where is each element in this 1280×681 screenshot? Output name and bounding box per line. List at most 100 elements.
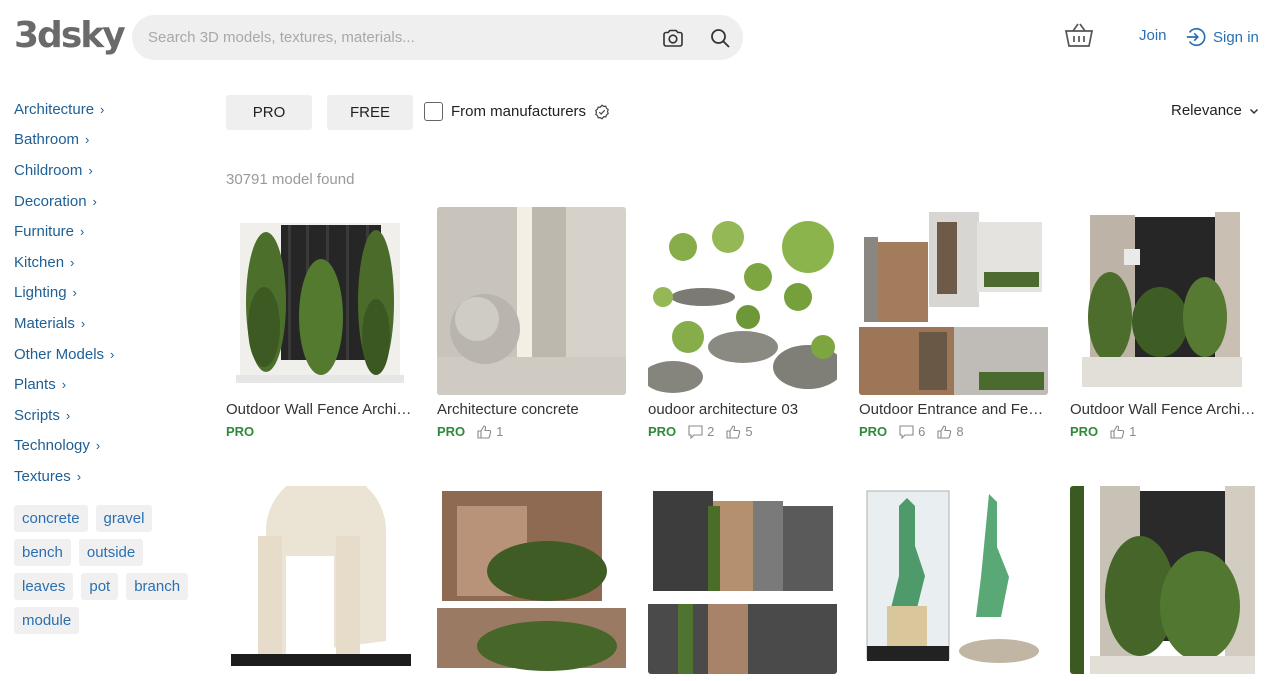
- tag-chip[interactable]: branch: [126, 573, 189, 600]
- model-title[interactable]: oudoor architecture 03: [648, 401, 834, 418]
- pro-badge: PRO: [437, 424, 466, 439]
- thumbs-up-icon: [477, 424, 492, 439]
- model-meta: PRO 1: [437, 424, 626, 439]
- cart-icon[interactable]: [1064, 22, 1094, 50]
- category-label: Materials: [14, 314, 75, 332]
- model-meta: PRO 6 8: [859, 424, 1048, 439]
- chevron-right-icon: ›: [76, 468, 82, 484]
- category-label: Architecture: [14, 100, 95, 118]
- likes-count: 1: [496, 424, 504, 439]
- chevron-right-icon: ›: [61, 377, 67, 393]
- chevron-right-icon: ›: [80, 315, 86, 331]
- model-card: [437, 486, 626, 680]
- tag-chip[interactable]: gravel: [95, 505, 153, 532]
- category-materials[interactable]: Materials ›: [14, 308, 114, 339]
- chevron-right-icon: ›: [80, 224, 85, 240]
- category-technology[interactable]: Technology ›: [14, 431, 114, 462]
- category-list: Architecture › Bathroom › Childroom › Decor…: [14, 94, 114, 492]
- tag-chip[interactable]: outside: [78, 539, 144, 566]
- tag-chip[interactable]: concrete: [14, 505, 88, 532]
- free-filter-button[interactable]: FREE: [327, 95, 413, 130]
- comment-icon: [899, 424, 914, 439]
- tag-chip[interactable]: bench: [14, 539, 71, 566]
- signin-link[interactable]: Sign in: [1185, 25, 1259, 49]
- model-thumbnail[interactable]: [226, 486, 415, 674]
- category-label: Other Models: [14, 345, 105, 363]
- chevron-right-icon: ›: [110, 346, 115, 362]
- likes-count: 8: [956, 424, 964, 439]
- chevron-right-icon: ›: [65, 407, 71, 423]
- search-icon[interactable]: [708, 26, 732, 50]
- tag-chip[interactable]: leaves: [14, 573, 74, 600]
- model-title[interactable]: Outdoor Wall Fence Architecture: [226, 401, 412, 418]
- comments-stat: 2: [688, 424, 714, 439]
- camera-search-icon[interactable]: [661, 26, 685, 50]
- search-bar: [132, 15, 743, 60]
- category-architecture[interactable]: Architecture ›: [14, 94, 114, 125]
- category-childroom[interactable]: Childroom ›: [14, 155, 114, 186]
- category-label: Scripts: [14, 406, 60, 424]
- model-thumbnail[interactable]: [859, 486, 1048, 674]
- model-thumbnail[interactable]: [437, 486, 626, 674]
- model-title[interactable]: Outdoor Wall Fence Architecture: [1070, 401, 1256, 418]
- chevron-right-icon: ›: [70, 254, 75, 270]
- pro-badge: PRO: [859, 424, 888, 439]
- thumbs-up-icon: [726, 424, 741, 439]
- likes-stat: 1: [477, 424, 503, 439]
- model-card: Architecture concrete PRO 1: [437, 207, 626, 439]
- category-furniture[interactable]: Furniture ›: [14, 216, 114, 247]
- category-label: Plants: [14, 376, 56, 394]
- comments-stat: 6: [899, 424, 925, 439]
- category-textures[interactable]: Textures ›: [14, 461, 114, 492]
- thumbs-up-icon: [1110, 424, 1125, 439]
- model-title[interactable]: Outdoor Entrance and Fence: [859, 401, 1045, 418]
- tag-cloud: concrete gravel bench outside leaves pot…: [14, 505, 204, 641]
- category-label: Kitchen: [14, 253, 65, 271]
- model-thumbnail[interactable]: [648, 486, 837, 674]
- category-decoration[interactable]: Decoration ›: [14, 186, 114, 217]
- category-lighting[interactable]: Lighting ›: [14, 278, 114, 309]
- model-card: [648, 486, 837, 680]
- model-thumbnail[interactable]: [1070, 486, 1259, 674]
- join-link[interactable]: Join: [1139, 27, 1167, 44]
- pro-badge: PRO: [1070, 424, 1099, 439]
- model-thumbnail[interactable]: [859, 207, 1048, 395]
- tag-chip[interactable]: pot: [81, 573, 119, 600]
- site-logo[interactable]: 3dsky: [14, 14, 126, 58]
- model-card: [226, 486, 415, 680]
- model-thumbnail[interactable]: [226, 207, 415, 395]
- likes-stat: 1: [1110, 424, 1136, 439]
- pro-filter-button[interactable]: PRO: [226, 95, 312, 130]
- category-bathroom[interactable]: Bathroom ›: [14, 125, 114, 156]
- category-label: Decoration: [14, 192, 87, 210]
- tag-chip[interactable]: module: [14, 607, 80, 634]
- model-meta: PRO 1: [1070, 424, 1259, 439]
- pro-badge: PRO: [226, 424, 255, 439]
- likes-count: 5: [745, 424, 753, 439]
- model-title[interactable]: Architecture concrete: [437, 401, 623, 418]
- sort-dropdown[interactable]: Relevance: [1171, 102, 1260, 119]
- category-plants[interactable]: Plants ›: [14, 369, 114, 400]
- pro-badge: PRO: [648, 424, 677, 439]
- model-thumbnail[interactable]: [648, 207, 837, 395]
- category-label: Childroom: [14, 161, 83, 179]
- category-label: Lighting: [14, 284, 67, 302]
- category-other-models[interactable]: Other Models ›: [14, 339, 114, 370]
- chevron-right-icon: ›: [85, 132, 90, 148]
- category-scripts[interactable]: Scripts ›: [14, 400, 114, 431]
- model-card: Outdoor Wall Fence Architecture PRO 1: [1070, 207, 1259, 439]
- manufacturers-checkbox[interactable]: [424, 102, 443, 121]
- model-card: Outdoor Entrance and Fence PRO 6 8: [859, 207, 1048, 439]
- signin-label: Sign in: [1213, 28, 1259, 46]
- model-thumbnail[interactable]: [1070, 207, 1259, 395]
- signin-icon: [1186, 27, 1206, 47]
- manufacturers-filter[interactable]: From manufacturers: [424, 102, 610, 121]
- model-card: oudoor architecture 03 PRO 2 5: [648, 207, 837, 439]
- search-input[interactable]: [148, 15, 648, 60]
- chevron-right-icon: ›: [88, 162, 93, 178]
- chevron-down-icon: [1249, 108, 1258, 114]
- manufacturers-label: From manufacturers: [451, 103, 587, 120]
- model-thumbnail[interactable]: [437, 207, 626, 395]
- category-kitchen[interactable]: Kitchen ›: [14, 247, 114, 278]
- category-label: Bathroom: [14, 131, 80, 149]
